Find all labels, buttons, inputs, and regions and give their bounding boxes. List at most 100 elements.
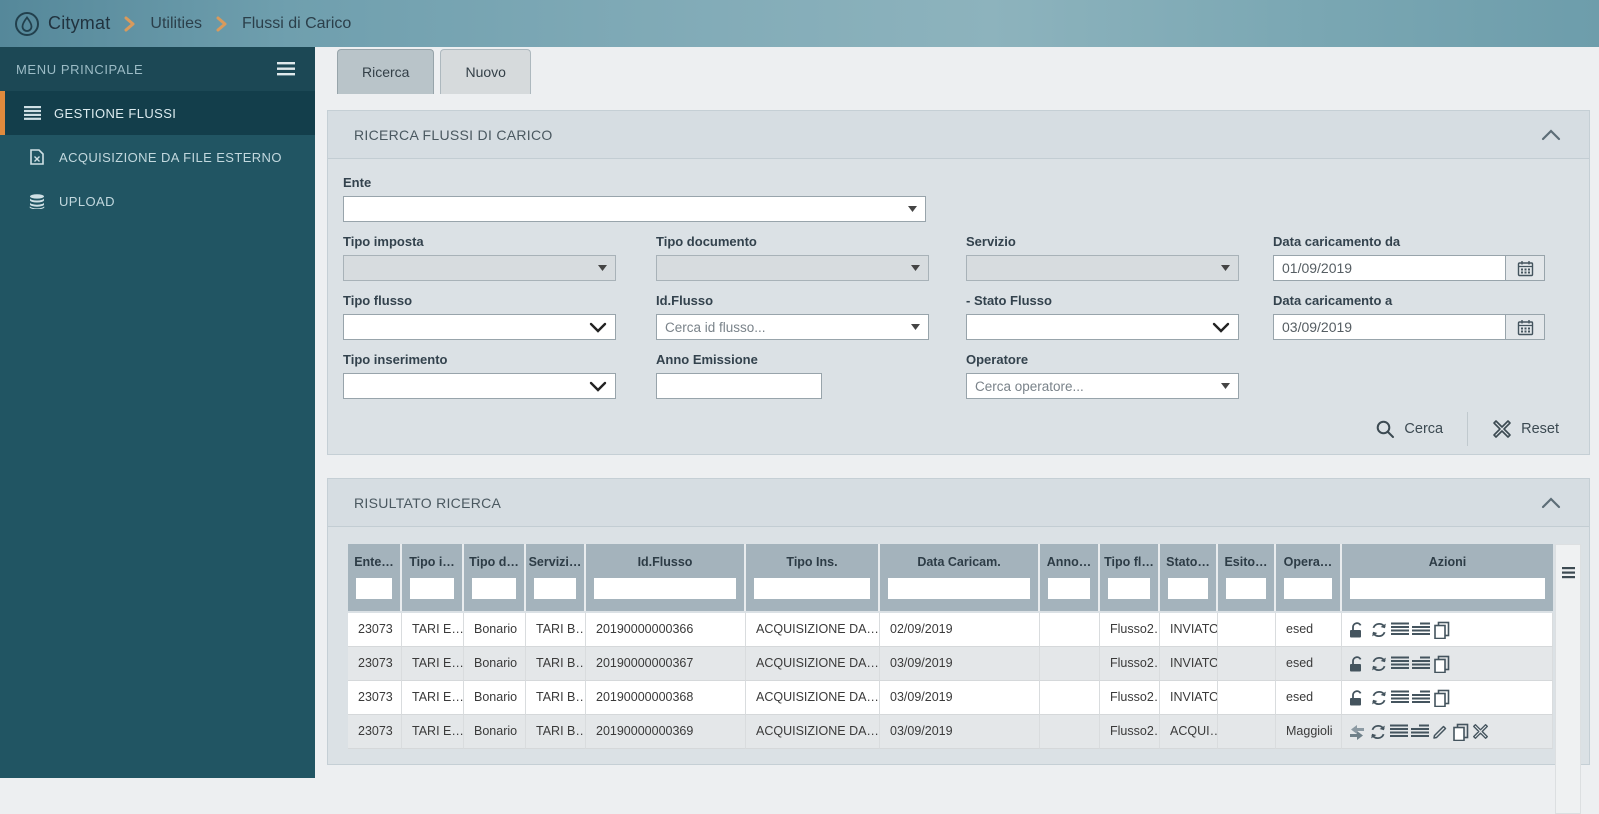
rows-icon[interactable] bbox=[1390, 724, 1408, 739]
calendar-icon[interactable] bbox=[1505, 255, 1545, 281]
column-header-1[interactable]: Ente… bbox=[348, 544, 402, 611]
refresh-icon[interactable] bbox=[1370, 655, 1388, 673]
refresh-icon[interactable] bbox=[1369, 723, 1387, 741]
rows-alt-icon[interactable] bbox=[1412, 690, 1430, 705]
table-cell: 03/09/2019 bbox=[880, 715, 1040, 749]
table-cell: ACQUISIZIONE DA… bbox=[746, 715, 880, 749]
close-icon[interactable] bbox=[1472, 723, 1489, 740]
column-header-12[interactable]: Opera… bbox=[1276, 544, 1342, 611]
cerca-label: Cerca bbox=[1404, 421, 1444, 437]
rows-icon[interactable] bbox=[1391, 622, 1409, 637]
tab-nuovo[interactable]: Nuovo bbox=[440, 49, 531, 94]
refresh-icon[interactable] bbox=[1370, 689, 1388, 707]
anno-emissione-input[interactable] bbox=[656, 373, 822, 399]
column-header-label: Anno… bbox=[1046, 555, 1092, 569]
stato-flusso-select[interactable] bbox=[966, 314, 1239, 340]
rows-alt-icon[interactable] bbox=[1411, 724, 1429, 739]
unlock-icon[interactable] bbox=[1348, 655, 1367, 672]
column-header-label: Tipo fl… bbox=[1104, 555, 1154, 569]
file-x-icon bbox=[28, 149, 46, 165]
column-menu-icon[interactable] bbox=[1561, 567, 1575, 583]
table-cell bbox=[1218, 715, 1276, 749]
column-header-10[interactable]: Stato… bbox=[1160, 544, 1218, 611]
table-cell: Bonario bbox=[464, 613, 526, 647]
table-cell: Maggioli bbox=[1276, 715, 1342, 749]
column-filter-input-10[interactable] bbox=[1168, 578, 1208, 599]
tab-ricerca[interactable]: Ricerca bbox=[337, 49, 435, 94]
column-header-4[interactable]: Servizi… bbox=[526, 544, 586, 611]
column-header-5[interactable]: Id.Flusso bbox=[586, 544, 746, 611]
column-filter-input-8[interactable] bbox=[1048, 578, 1090, 599]
table-row[interactable]: 23073 TARI E… Bonario TARI B… 20190000000366… bbox=[348, 613, 1553, 647]
table-cell bbox=[1040, 681, 1100, 715]
table-row[interactable]: 23073 TARI E… Bonario TARI B… 20190000000367… bbox=[348, 647, 1553, 681]
column-header-9[interactable]: Tipo fl… bbox=[1100, 544, 1160, 611]
column-filter-input-3[interactable] bbox=[472, 578, 516, 599]
column-header-label: Azioni bbox=[1428, 555, 1467, 569]
sidebar-item-gestione-flussi[interactable]: GESTIONE FLUSSI bbox=[0, 91, 315, 135]
tipo-flusso-select[interactable] bbox=[343, 314, 616, 340]
column-header-label: Tipo i… bbox=[409, 555, 455, 569]
chevron-up-icon[interactable] bbox=[1541, 496, 1561, 509]
breadcrumb-utilities[interactable]: Utilities bbox=[150, 15, 202, 33]
unlock-icon[interactable] bbox=[1348, 621, 1367, 638]
column-filter-input-9[interactable] bbox=[1108, 578, 1150, 599]
data-caricamento-da-input[interactable] bbox=[1273, 255, 1505, 281]
main-content: Ricerca Nuovo RICERCA FLUSSI DI CARICO E… bbox=[315, 47, 1599, 814]
sidebar-item-upload[interactable]: UPLOAD bbox=[0, 179, 315, 223]
column-filter-input-2[interactable] bbox=[410, 578, 454, 599]
rows-alt-icon[interactable] bbox=[1412, 622, 1430, 637]
sidebar-item-label: ACQUISIZIONE DA FILE ESTERNO bbox=[59, 149, 282, 165]
column-header-6[interactable]: Tipo Ins. bbox=[746, 544, 880, 611]
tipo-flusso-label: Tipo flusso bbox=[343, 293, 413, 308]
column-filter-input-12[interactable] bbox=[1284, 578, 1332, 599]
table-scrollbar-track[interactable] bbox=[1555, 544, 1581, 814]
swap-icon[interactable] bbox=[1348, 724, 1366, 740]
copy-icon[interactable] bbox=[1452, 723, 1469, 741]
tipo-inserimento-select[interactable] bbox=[343, 373, 616, 399]
copy-icon[interactable] bbox=[1433, 621, 1450, 639]
chevron-up-icon[interactable] bbox=[1541, 128, 1561, 141]
copy-icon[interactable] bbox=[1433, 655, 1450, 673]
data-caricamento-a-input[interactable] bbox=[1273, 314, 1505, 340]
rows-icon[interactable] bbox=[1391, 690, 1409, 705]
ente-select[interactable] bbox=[343, 196, 926, 222]
column-header-8[interactable]: Anno… bbox=[1040, 544, 1100, 611]
menu-toggle-icon[interactable] bbox=[277, 62, 295, 76]
column-filter-input-5[interactable] bbox=[594, 578, 736, 599]
column-filter-input-4[interactable] bbox=[534, 578, 576, 599]
unlock-icon[interactable] bbox=[1348, 689, 1367, 706]
refresh-icon[interactable] bbox=[1370, 621, 1388, 639]
rows-alt-icon[interactable] bbox=[1412, 656, 1430, 671]
column-filter-input-1[interactable] bbox=[356, 578, 392, 599]
table-body: 23073 TARI E… Bonario TARI B… 20190000000366… bbox=[348, 613, 1553, 749]
cerca-button[interactable]: Cerca bbox=[1375, 419, 1443, 439]
column-header-7[interactable]: Data Caricam. bbox=[880, 544, 1040, 611]
column-header-2[interactable]: Tipo i… bbox=[402, 544, 464, 611]
caret-down-icon bbox=[911, 265, 920, 271]
calendar-icon[interactable] bbox=[1505, 314, 1545, 340]
column-header-13[interactable]: Azioni bbox=[1342, 544, 1553, 611]
column-filter-input-11[interactable] bbox=[1226, 578, 1266, 599]
column-filter-input-7[interactable] bbox=[888, 578, 1030, 599]
operatore-select[interactable]: Cerca operatore... bbox=[966, 373, 1239, 399]
table-cell: ACQUISIZIONE DA… bbox=[746, 613, 880, 647]
column-header-3[interactable]: Tipo d… bbox=[464, 544, 526, 611]
top-bar: Citymat Utilities Flussi di Carico bbox=[0, 0, 1599, 47]
app-logo[interactable]: Citymat bbox=[14, 11, 110, 37]
column-header-11[interactable]: Esito… bbox=[1218, 544, 1276, 611]
pencil-icon[interactable] bbox=[1432, 723, 1449, 740]
column-filter-input-13[interactable] bbox=[1350, 578, 1545, 599]
breadcrumb-flussi-di-carico[interactable]: Flussi di Carico bbox=[242, 15, 351, 33]
rows-icon[interactable] bbox=[1391, 656, 1409, 671]
reset-button[interactable]: Reset bbox=[1492, 419, 1559, 439]
operatore-label: Operatore bbox=[966, 352, 1029, 367]
copy-icon[interactable] bbox=[1433, 689, 1450, 707]
table-row[interactable]: 23073 TARI E… Bonario TARI B… 20190000000368… bbox=[348, 681, 1553, 715]
id-flusso-select[interactable]: Cerca id flusso... bbox=[656, 314, 929, 340]
column-filter-input-6[interactable] bbox=[754, 578, 870, 599]
column-header-label: Servizi… bbox=[528, 555, 582, 569]
column-header-label: Stato… bbox=[1166, 555, 1210, 569]
sidebar-item-acquisizione-da-file-esterno[interactable]: ACQUISIZIONE DA FILE ESTERNO bbox=[0, 135, 315, 179]
table-row[interactable]: 23073 TARI E… Bonario TARI B… 20190000000369… bbox=[348, 715, 1553, 749]
